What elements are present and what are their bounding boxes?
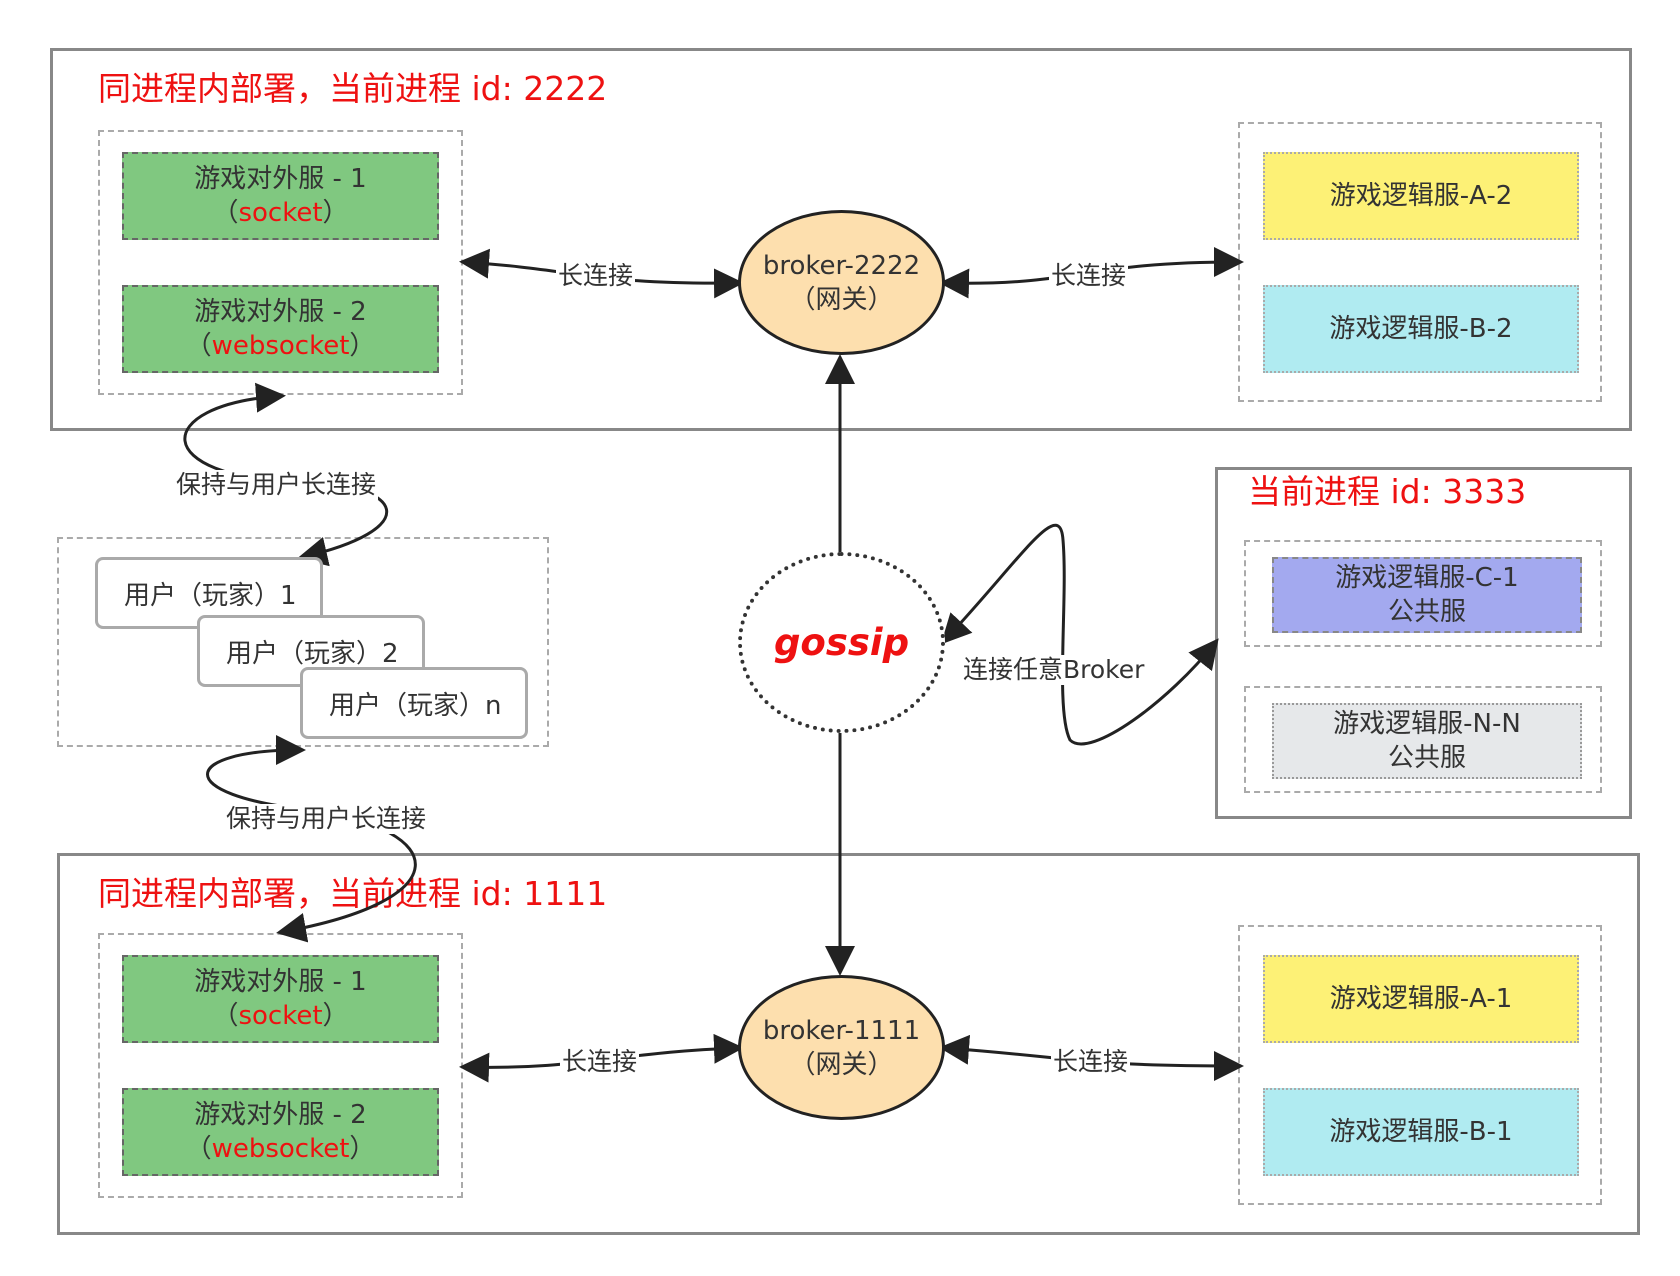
label-long-conn-bottom-right: 长连接: [1051, 1047, 1131, 1077]
broker-name: broker-2222: [762, 250, 921, 281]
paren-open: （: [185, 1134, 212, 1164]
edge-gossip-public: [940, 523, 1219, 746]
logic-server-type: 公共服: [1387, 743, 1466, 773]
paren-open: （: [212, 1001, 239, 1031]
logic-server-n-n: 游戏逻辑服-N-N 公共服: [1272, 703, 1582, 779]
protocol-label: socket: [238, 1001, 323, 1031]
protocol-line: （websocket）: [186, 1132, 376, 1166]
broker-sub: （网关）: [789, 284, 894, 315]
paren-close: ）: [349, 331, 376, 361]
paren-open: （: [212, 198, 239, 228]
paren-open: （: [185, 331, 212, 361]
logic-server-name: 游戏逻辑服-N-N: [1333, 709, 1521, 739]
paren-close: ）: [322, 198, 349, 228]
logic-server-b-1: 游戏逻辑服-B-1: [1263, 1088, 1579, 1176]
external-server-2-bottom: 游戏对外服 - 2 （websocket）: [122, 1088, 439, 1176]
protocol-line: （socket）: [212, 196, 348, 230]
logic-server-c-1: 游戏逻辑服-C-1 公共服: [1272, 557, 1582, 633]
external-server-1-bottom: 游戏对外服 - 1 （socket）: [122, 955, 439, 1043]
external-server-name: 游戏对外服 - 2: [194, 297, 367, 327]
logic-server-a-1: 游戏逻辑服-A-1: [1263, 955, 1579, 1043]
external-server-1-top: 游戏对外服 - 1 （socket）: [122, 152, 439, 240]
protocol-line: （socket）: [212, 999, 348, 1033]
external-server-name: 游戏对外服 - 2: [194, 1100, 367, 1130]
edge-user-external-bottom: [206, 735, 417, 943]
protocol-label: websocket: [211, 331, 350, 361]
broker-1111: broker-1111 （网关）: [738, 975, 945, 1120]
logic-server-name: 游戏逻辑服-C-1: [1335, 563, 1519, 593]
logic-server-type: 公共服: [1387, 597, 1466, 627]
label-long-conn-top-left: 长连接: [556, 261, 636, 291]
protocol-label: socket: [238, 198, 323, 228]
broker-2222: broker-2222 （网关）: [738, 210, 945, 355]
user-card-n: 用户（玩家）n: [300, 667, 528, 739]
label-long-conn-top-right: 长连接: [1049, 261, 1129, 291]
broker-name: broker-1111: [762, 1015, 921, 1046]
paren-close: ）: [322, 1001, 349, 1031]
label-keep-user-conn-bottom: 保持与用户长连接: [224, 804, 429, 834]
protocol-label: websocket: [211, 1134, 350, 1164]
label-connect-any-broker: 连接任意Broker: [961, 655, 1147, 685]
external-server-2-top: 游戏对外服 - 2 （websocket）: [122, 285, 439, 373]
external-server-name: 游戏对外服 - 1: [194, 164, 367, 194]
external-server-name: 游戏对外服 - 1: [194, 967, 367, 997]
logic-server-b-2: 游戏逻辑服-B-2: [1263, 285, 1579, 373]
broker-sub: （网关）: [789, 1049, 894, 1080]
protocol-line: （websocket）: [186, 329, 376, 363]
label-keep-user-conn-top: 保持与用户长连接: [174, 470, 379, 500]
logic-server-a-2: 游戏逻辑服-A-2: [1263, 152, 1579, 240]
gossip-node: gossip: [738, 552, 945, 733]
label-long-conn-bottom-left: 长连接: [560, 1047, 640, 1077]
paren-close: ）: [349, 1134, 376, 1164]
